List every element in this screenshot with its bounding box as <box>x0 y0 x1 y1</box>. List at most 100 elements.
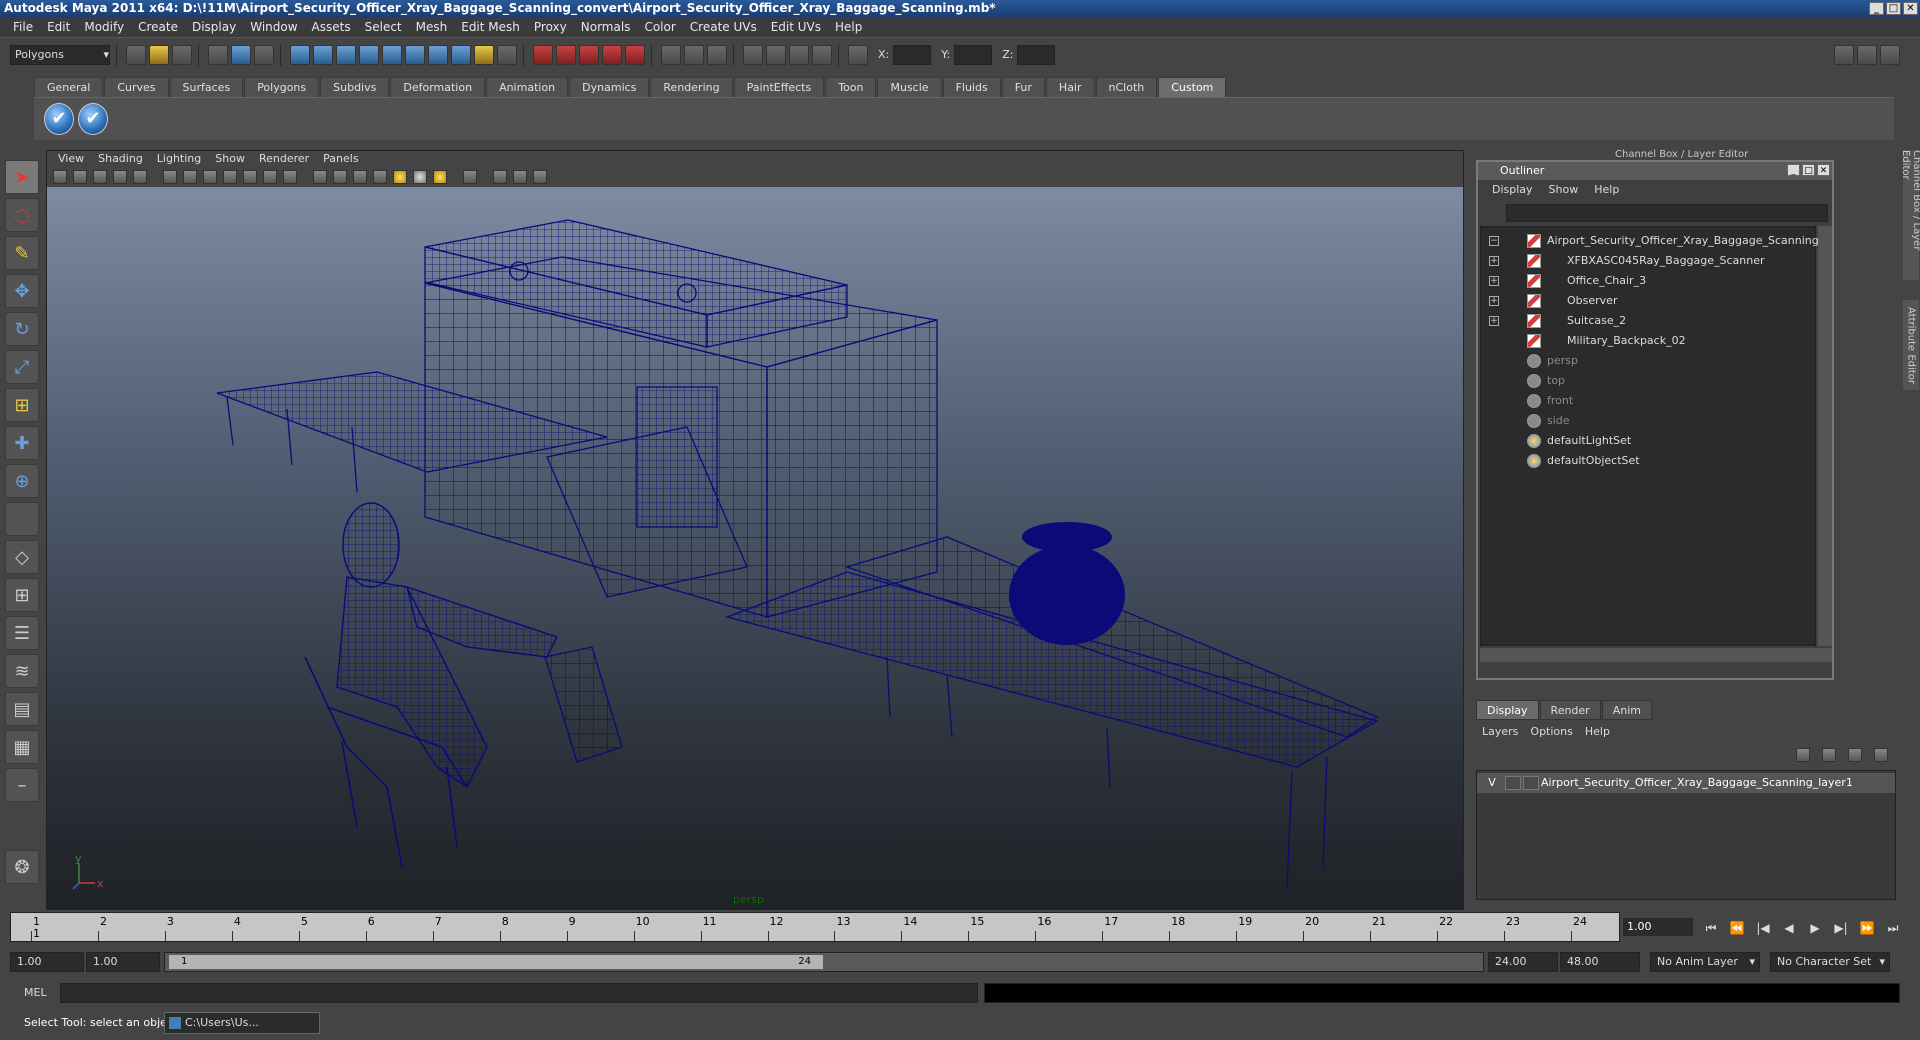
menu-normals[interactable]: Normals <box>574 17 638 37</box>
viewport-menu-show[interactable]: Show <box>208 151 252 167</box>
outliner-menu-display[interactable]: Display <box>1484 182 1541 198</box>
menu-set-dropdown[interactable]: Polygons ▾ <box>10 44 110 65</box>
step-forward-frame-icon[interactable]: ▶| <box>1828 918 1854 938</box>
shelf-tab-toon[interactable]: Toon <box>825 77 877 97</box>
open-scene-icon[interactable] <box>149 44 169 65</box>
shelf-tab-fur[interactable]: Fur <box>1001 77 1045 97</box>
outliner-layout-icon[interactable]: ☰ <box>5 616 39 650</box>
textured-icon[interactable] <box>373 170 387 184</box>
outliner-title-bar[interactable]: Outliner <box>1478 162 1832 180</box>
layer-tab-display[interactable]: Display <box>1476 700 1539 720</box>
move-layer-up-icon[interactable] <box>1796 748 1810 762</box>
outliner-item[interactable]: + XFBXASC045Ray_Baggage_Scanner <box>1481 251 1815 271</box>
custom-shelf-button-1[interactable]: ✔ <box>44 103 74 135</box>
shelf-tab-hair[interactable]: Hair <box>1045 77 1095 97</box>
grid-icon[interactable] <box>163 170 177 184</box>
last-tool-icon[interactable] <box>5 502 39 536</box>
menu-edit-uvs[interactable]: Edit UVs <box>764 17 828 37</box>
3d-scene[interactable]: y x persp <box>47 187 1463 909</box>
viewport-menu-view[interactable]: View <box>51 151 91 167</box>
select-deformers-icon[interactable] <box>382 44 402 65</box>
go-to-start-icon[interactable]: ⏮ <box>1698 918 1724 938</box>
select-surfaces-icon[interactable] <box>359 44 379 65</box>
shelf-tab-custom[interactable]: Custom <box>1158 77 1227 97</box>
layer-menu-options[interactable]: Options <box>1524 724 1578 740</box>
toggle-channel-box-icon[interactable] <box>1857 44 1877 65</box>
menu-help[interactable]: Help <box>828 17 869 37</box>
outliner-item[interactable]: − Airport_Security_Officer_Xray_Baggage_S… <box>1481 231 1819 251</box>
xray-joints-icon[interactable] <box>513 170 527 184</box>
script-editor-taskbar-button[interactable]: C:\Users\Us... <box>164 1012 320 1034</box>
channel-box-tab[interactable]: Channel Box / Layer Editor <box>1900 150 1920 280</box>
viewport-menu-shading[interactable]: Shading <box>91 151 150 167</box>
menu-edit-mesh[interactable]: Edit Mesh <box>454 17 527 37</box>
layer-tab-render[interactable]: Render <box>1539 700 1601 720</box>
select-joints-icon[interactable] <box>313 44 333 65</box>
menu-file[interactable]: File <box>6 17 40 37</box>
output-ops-icon[interactable] <box>684 44 704 65</box>
xray-icon[interactable] <box>493 170 507 184</box>
layer-display-type-toggle[interactable] <box>1505 776 1521 790</box>
animation-end-field[interactable]: 48.00 <box>1560 952 1640 972</box>
menu-window[interactable]: Window <box>243 17 304 37</box>
outliner-menu-show[interactable]: Show <box>1541 182 1587 198</box>
minimize-button[interactable]: _ <box>1869 2 1884 15</box>
outliner-vertical-scrollbar[interactable] <box>1818 226 1832 646</box>
layer-row[interactable]: V Airport_Security_Officer_Xray_Baggage_… <box>1477 773 1895 793</box>
select-component-icon[interactable] <box>254 44 274 65</box>
snap-view-plane-icon[interactable] <box>602 44 622 65</box>
outliner-list[interactable]: − Airport_Security_Officer_Xray_Baggage_S… <box>1480 226 1819 646</box>
menu-assets[interactable]: Assets <box>305 17 358 37</box>
select-tool-icon[interactable]: ➤ <box>5 160 39 194</box>
maximize-button[interactable]: □ <box>1886 2 1901 15</box>
animation-start-field[interactable]: 1.00 <box>10 952 84 972</box>
shelf-tab-animation[interactable]: Animation <box>486 77 569 97</box>
custom-shelf-button-2[interactable]: ✔ <box>78 103 108 135</box>
shelf-tab-surfaces[interactable]: Surfaces <box>169 77 244 97</box>
menu-proxy[interactable]: Proxy <box>527 17 574 37</box>
save-scene-icon[interactable] <box>172 44 192 65</box>
menu-display[interactable]: Display <box>185 17 243 37</box>
menu-modify[interactable]: Modify <box>77 17 131 37</box>
military-backpack-model[interactable] <box>1009 522 1125 645</box>
outliner-item[interactable]: + Observer <box>1481 291 1815 311</box>
expand-toggle-icon[interactable]: + <box>1489 256 1499 266</box>
playback-end-field[interactable]: 24.00 <box>1488 952 1558 972</box>
outliner-maximize-button[interactable]: □ <box>1802 164 1815 176</box>
outliner-item[interactable]: + Office_Chair_3 <box>1481 271 1815 291</box>
rotate-tool-icon[interactable]: ↻ <box>5 312 39 346</box>
step-back-key-icon[interactable]: ⏪ <box>1724 918 1750 938</box>
menu-select[interactable]: Select <box>358 17 409 37</box>
four-view-layout-icon[interactable]: ⊞ <box>5 578 39 612</box>
command-input[interactable] <box>60 983 978 1003</box>
select-curves-icon[interactable] <box>336 44 356 65</box>
character-set-dropdown[interactable]: No Character Set ▾ <box>1770 952 1890 972</box>
shelf-tab-painteffects[interactable]: PaintEffects <box>733 77 825 97</box>
snap-grid-icon[interactable] <box>533 44 553 65</box>
image-plane-icon[interactable] <box>113 170 127 184</box>
input-ops-icon[interactable] <box>661 44 681 65</box>
default-lighting-icon[interactable] <box>393 170 407 184</box>
outliner-item[interactable]: front <box>1481 391 1815 411</box>
playback-start-field[interactable]: 1.00 <box>86 952 160 972</box>
move-tool-icon[interactable]: ✥ <box>5 274 39 308</box>
menu-edit[interactable]: Edit <box>40 17 77 37</box>
current-time-marker[interactable]: 1 <box>33 927 40 940</box>
expand-toggle-icon[interactable]: + <box>1489 296 1499 306</box>
play-forward-icon[interactable]: ▶ <box>1802 918 1828 938</box>
go-to-end-icon[interactable]: ⏭ <box>1880 918 1906 938</box>
bag-model[interactable] <box>544 646 623 763</box>
layer-tab-anim[interactable]: Anim <box>1601 700 1652 720</box>
shadows-icon[interactable] <box>433 170 447 184</box>
outliner-item[interactable]: defaultLightSet <box>1481 431 1815 451</box>
outliner-item[interactable]: defaultObjectSet <box>1481 451 1815 471</box>
wireframe-on-shaded-icon[interactable] <box>353 170 367 184</box>
select-by-type-icon[interactable] <box>290 44 310 65</box>
attribute-editor-tab[interactable]: Attribute Editor <box>1903 300 1919 390</box>
shelf-tab-dynamics[interactable]: Dynamics <box>569 77 650 97</box>
layout-menu-icon[interactable]: – <box>5 768 39 802</box>
viewport-menu-lighting[interactable]: Lighting <box>150 151 208 167</box>
lock-selection-icon[interactable] <box>474 44 494 65</box>
current-frame-field[interactable]: 1.00 <box>1623 918 1693 936</box>
graph-editor-layout-icon[interactable]: ≋ <box>5 654 39 688</box>
